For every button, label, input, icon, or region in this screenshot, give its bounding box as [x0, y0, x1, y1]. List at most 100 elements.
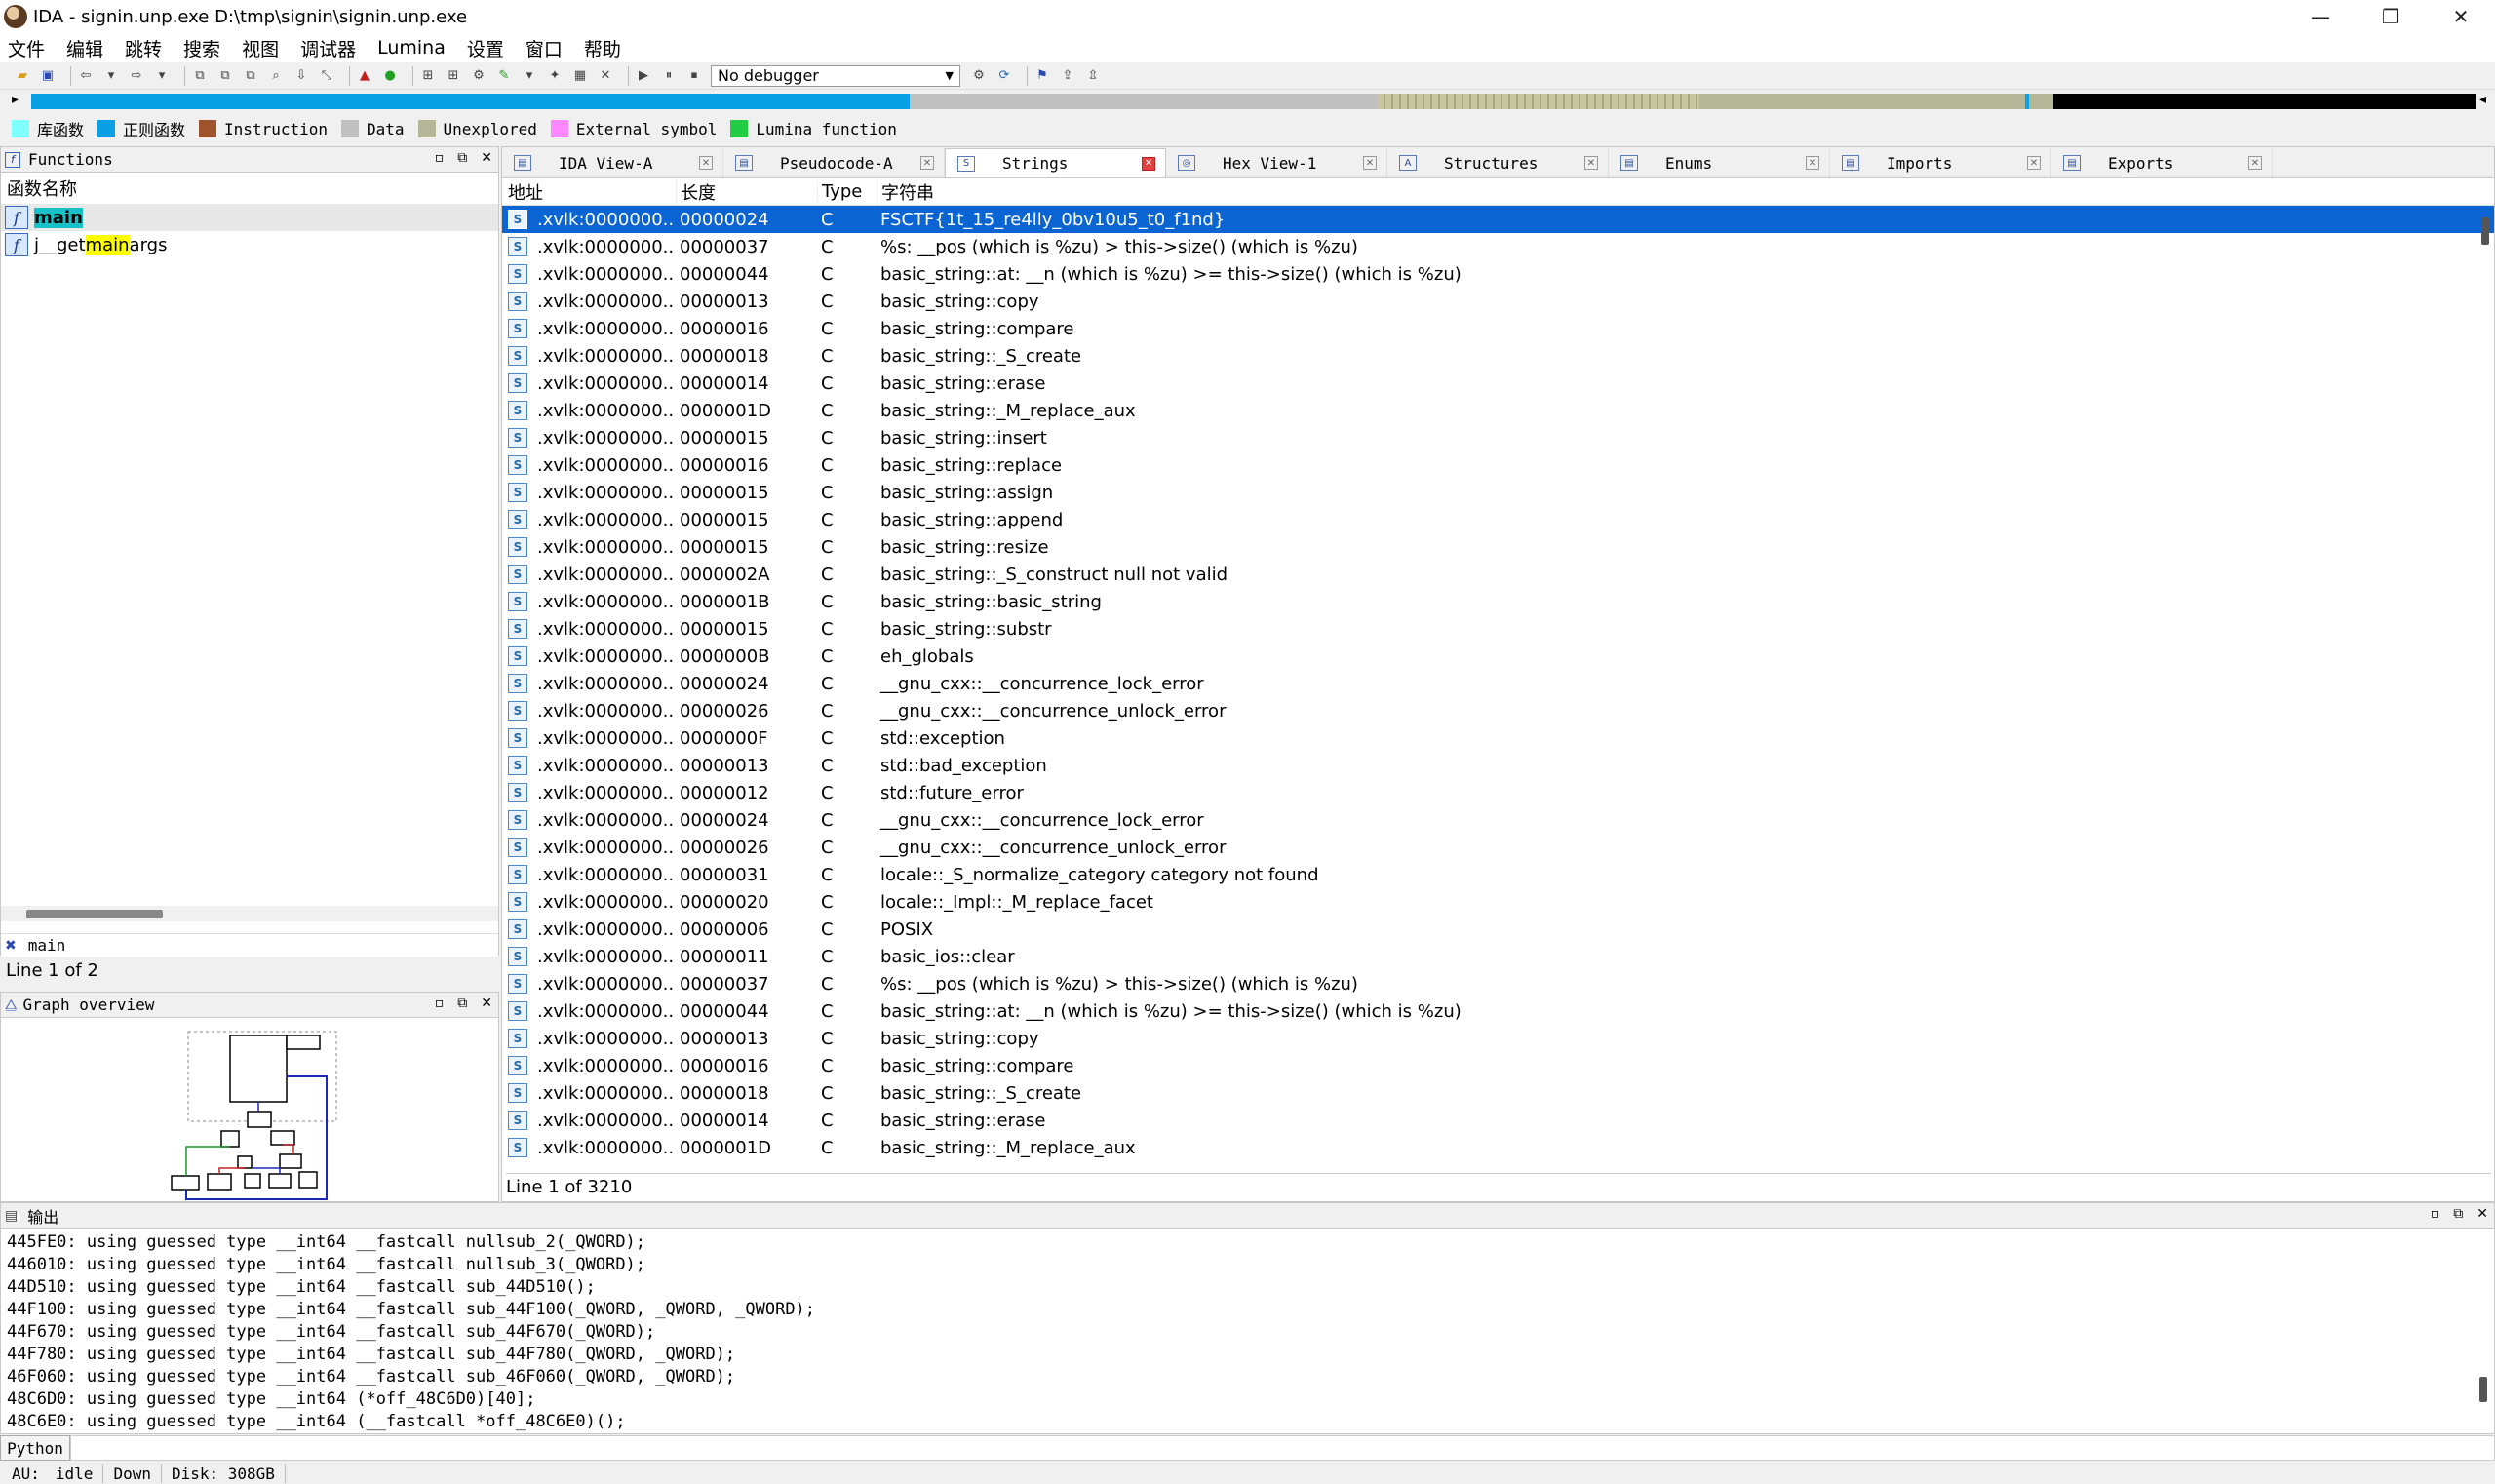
forward-dropdown-icon[interactable]: ▾ [153, 67, 171, 85]
string-row[interactable]: S .xvlk:0000000... 0000002A Cbasic_string::… [502, 561, 2494, 588]
tab-close-icon[interactable]: ✕ [920, 156, 934, 170]
struct-icon[interactable]: ⊞ [445, 67, 462, 85]
tab-close-icon[interactable]: ✕ [1806, 156, 1819, 170]
string-row[interactable]: S .xvlk:0000000... 00000024 C FSCTF{1t_15_re… [502, 206, 2494, 233]
debug-options-icon[interactable]: ⚙ [970, 67, 988, 85]
column-header-string[interactable]: 字符串 [877, 178, 934, 205]
marker-dropdown-icon[interactable]: ▾ [521, 67, 538, 85]
python-command-input[interactable] [70, 1435, 2495, 1461]
menu-edit[interactable]: 编辑 [66, 35, 103, 61]
functions-hscroll-thumb[interactable] [26, 910, 163, 918]
graph-icon[interactable]: ▲ [356, 67, 373, 85]
pane-float-icon[interactable]: ⧉ [2453, 1206, 2463, 1222]
navigation-band-bar[interactable] [31, 94, 2476, 109]
menu-options[interactable]: 设置 [467, 35, 504, 61]
string-row[interactable]: S .xvlk:0000000... 00000014 Cbasic_string::… [502, 1107, 2494, 1134]
output-vscrollbar[interactable] [2476, 1230, 2490, 1433]
menu-file[interactable]: 文件 [8, 35, 45, 61]
function-icon[interactable]: ⊞ [419, 67, 437, 85]
menu-jump[interactable]: 跳转 [125, 35, 162, 61]
graph-overview-canvas[interactable] [1, 1018, 498, 1201]
string-row[interactable]: S .xvlk:0000000... 00000024 C __gnu_cxx::__c… [502, 670, 2494, 697]
column-header-address[interactable]: 地址 [502, 179, 676, 205]
string-row[interactable]: S .xvlk:0000000... 00000015 Cbasic_string::… [502, 615, 2494, 643]
string-row[interactable]: S .xvlk:0000000... 00000015 Cbasic_string::… [502, 533, 2494, 561]
string-row[interactable]: S .xvlk:0000000... 00000020 Clocale::_Impl:… [502, 888, 2494, 916]
string-row[interactable]: S .xvlk:0000000... 00000018 Cbasic_string::… [502, 1079, 2494, 1107]
cross-ref-icon[interactable]: ⤡ [318, 67, 335, 85]
minimize-button[interactable]: — [2289, 0, 2352, 33]
strings-vscrollbar[interactable] [2478, 206, 2492, 1142]
column-header-length[interactable]: 长度 [676, 178, 817, 205]
segments-icon[interactable]: ▦ [571, 67, 589, 85]
string-row[interactable]: S .xvlk:0000000... 00000013 Cstd::bad_excep… [502, 752, 2494, 779]
string-row[interactable]: S .xvlk:0000000... 00000024 C __gnu_cxx::__c… [502, 806, 2494, 834]
tab-close-icon[interactable]: ✕ [2027, 156, 2041, 170]
undefine-icon[interactable]: ✕ [597, 67, 614, 85]
menu-debugger[interactable]: 调试器 [300, 35, 356, 61]
string-row[interactable]: S .xvlk:0000000... 00000015 Cbasic_string::… [502, 479, 2494, 506]
restore-button[interactable]: ❐ [2359, 0, 2422, 33]
string-row[interactable]: S .xvlk:0000000... 00000026 C __gnu_cxx::__c… [502, 834, 2494, 861]
tab-close-icon[interactable]: ✕ [1142, 156, 1155, 171]
back-dropdown-icon[interactable]: ▾ [102, 67, 120, 85]
run-icon[interactable]: ▶ [635, 67, 652, 85]
python-language-button[interactable]: Python [0, 1435, 70, 1461]
navigation-band[interactable]: ▸ ◂ [0, 90, 2495, 113]
string-row[interactable]: S .xvlk:0000000... 00000044 Cbasic_string::… [502, 997, 2494, 1025]
string-row[interactable]: S .xvlk:0000000... 00000015 Cbasic_string::… [502, 506, 2494, 533]
tab-enums[interactable]: ▤ Enums ✕ [1609, 148, 1830, 177]
paste-icon[interactable]: ⧉ [216, 67, 234, 85]
pane-close-icon[interactable]: ✕ [481, 150, 492, 166]
binary-icon[interactable]: ⧉ [242, 67, 259, 85]
string-row[interactable]: S .xvlk:0000000... 0000001B Cbasic_string::… [502, 588, 2494, 615]
plugin-icon[interactable]: ⚙ [470, 67, 487, 85]
forward-icon[interactable]: ⇨ [128, 67, 145, 85]
functions-column-header[interactable]: 函数名称 [1, 173, 498, 204]
string-row[interactable]: S .xvlk:0000000... 00000006 C POSIX [502, 916, 2494, 943]
pane-float-icon[interactable]: ⧉ [457, 996, 467, 1011]
pane-close-icon[interactable]: ✕ [2476, 1206, 2488, 1222]
tab-close-icon[interactable]: ✕ [699, 156, 713, 170]
tab-close-icon[interactable]: ✕ [2248, 156, 2262, 170]
string-row[interactable]: S .xvlk:0000000... 00000037 C %s: __pos (whi… [502, 233, 2494, 260]
stop-icon[interactable]: ⏹ [685, 67, 703, 85]
string-row[interactable]: S .xvlk:0000000... 00000037 C %s: __pos (whi… [502, 970, 2494, 997]
open-file-icon[interactable]: ▰ [14, 67, 31, 85]
save-icon[interactable]: ▣ [39, 67, 57, 85]
string-row[interactable]: S .xvlk:0000000... 00000026 C __gnu_cxx::__c… [502, 697, 2494, 724]
string-row[interactable]: S .xvlk:0000000... 00000014 Cbasic_string::… [502, 370, 2494, 397]
string-row[interactable]: S .xvlk:0000000... 0000001D Cbasic_string::… [502, 1134, 2494, 1161]
string-row[interactable]: S .xvlk:0000000... 00000015 Cbasic_string::… [502, 424, 2494, 451]
string-row[interactable]: S .xvlk:0000000... 00000031 Clocale::_S_nor… [502, 861, 2494, 888]
functions-filter-text[interactable]: main [28, 936, 66, 955]
nav-left-arrow-icon[interactable]: ▸ [12, 92, 19, 107]
tab-strings[interactable]: S Strings ✕ [945, 148, 1166, 177]
tab-exports[interactable]: ▤ Exports ✕ [2051, 148, 2273, 177]
string-row[interactable]: S .xvlk:0000000... 00000016 Cbasic_string::… [502, 451, 2494, 479]
function-row-main[interactable]: f main [1, 204, 498, 231]
string-row[interactable]: S .xvlk:0000000... 00000012 Cstd::future_er… [502, 779, 2494, 806]
tab-ida-view-a[interactable]: ▤ IDA View-A ✕ [502, 148, 723, 177]
green-circle-icon[interactable]: ● [381, 67, 399, 85]
attach-icon[interactable]: ⟳ [995, 67, 1013, 85]
tab-hex-view-1[interactable]: ◎ Hex View-1 ✕ [1166, 148, 1387, 177]
string-row[interactable]: S .xvlk:0000000... 0000000F Cstd::exception [502, 724, 2494, 752]
tab-close-icon[interactable]: ✕ [1363, 156, 1377, 170]
pane-close-icon[interactable]: ✕ [481, 996, 492, 1011]
bookmark-icon[interactable]: ⚑ [1033, 67, 1051, 85]
filter-clear-icon[interactable]: ✖ [5, 938, 17, 954]
menu-windows[interactable]: 窗口 [526, 35, 563, 61]
string-row[interactable]: S .xvlk:0000000... 0000001D Cbasic_string::… [502, 397, 2494, 424]
string-row[interactable]: S .xvlk:0000000... 00000018 Cbasic_string::… [502, 342, 2494, 370]
pane-minimize-icon[interactable]: ▫ [2431, 1206, 2440, 1222]
strings-vscroll-thumb[interactable] [2481, 217, 2489, 245]
string-row[interactable]: S .xvlk:0000000... 00000011 Cbasic_ios::cle… [502, 943, 2494, 970]
output-log[interactable]: 445FE0: using guessed type __int64 __fas… [1, 1229, 2494, 1433]
text-search-icon[interactable]: ⌕ [267, 67, 285, 85]
tab-close-icon[interactable]: ✕ [1584, 156, 1598, 170]
menu-view[interactable]: 视图 [242, 35, 279, 61]
string-row[interactable]: S .xvlk:0000000... 00000013 Cbasic_string::… [502, 288, 2494, 315]
pause-icon[interactable]: ⏸ [660, 67, 678, 85]
output-vscroll-thumb[interactable] [2479, 1377, 2487, 1402]
